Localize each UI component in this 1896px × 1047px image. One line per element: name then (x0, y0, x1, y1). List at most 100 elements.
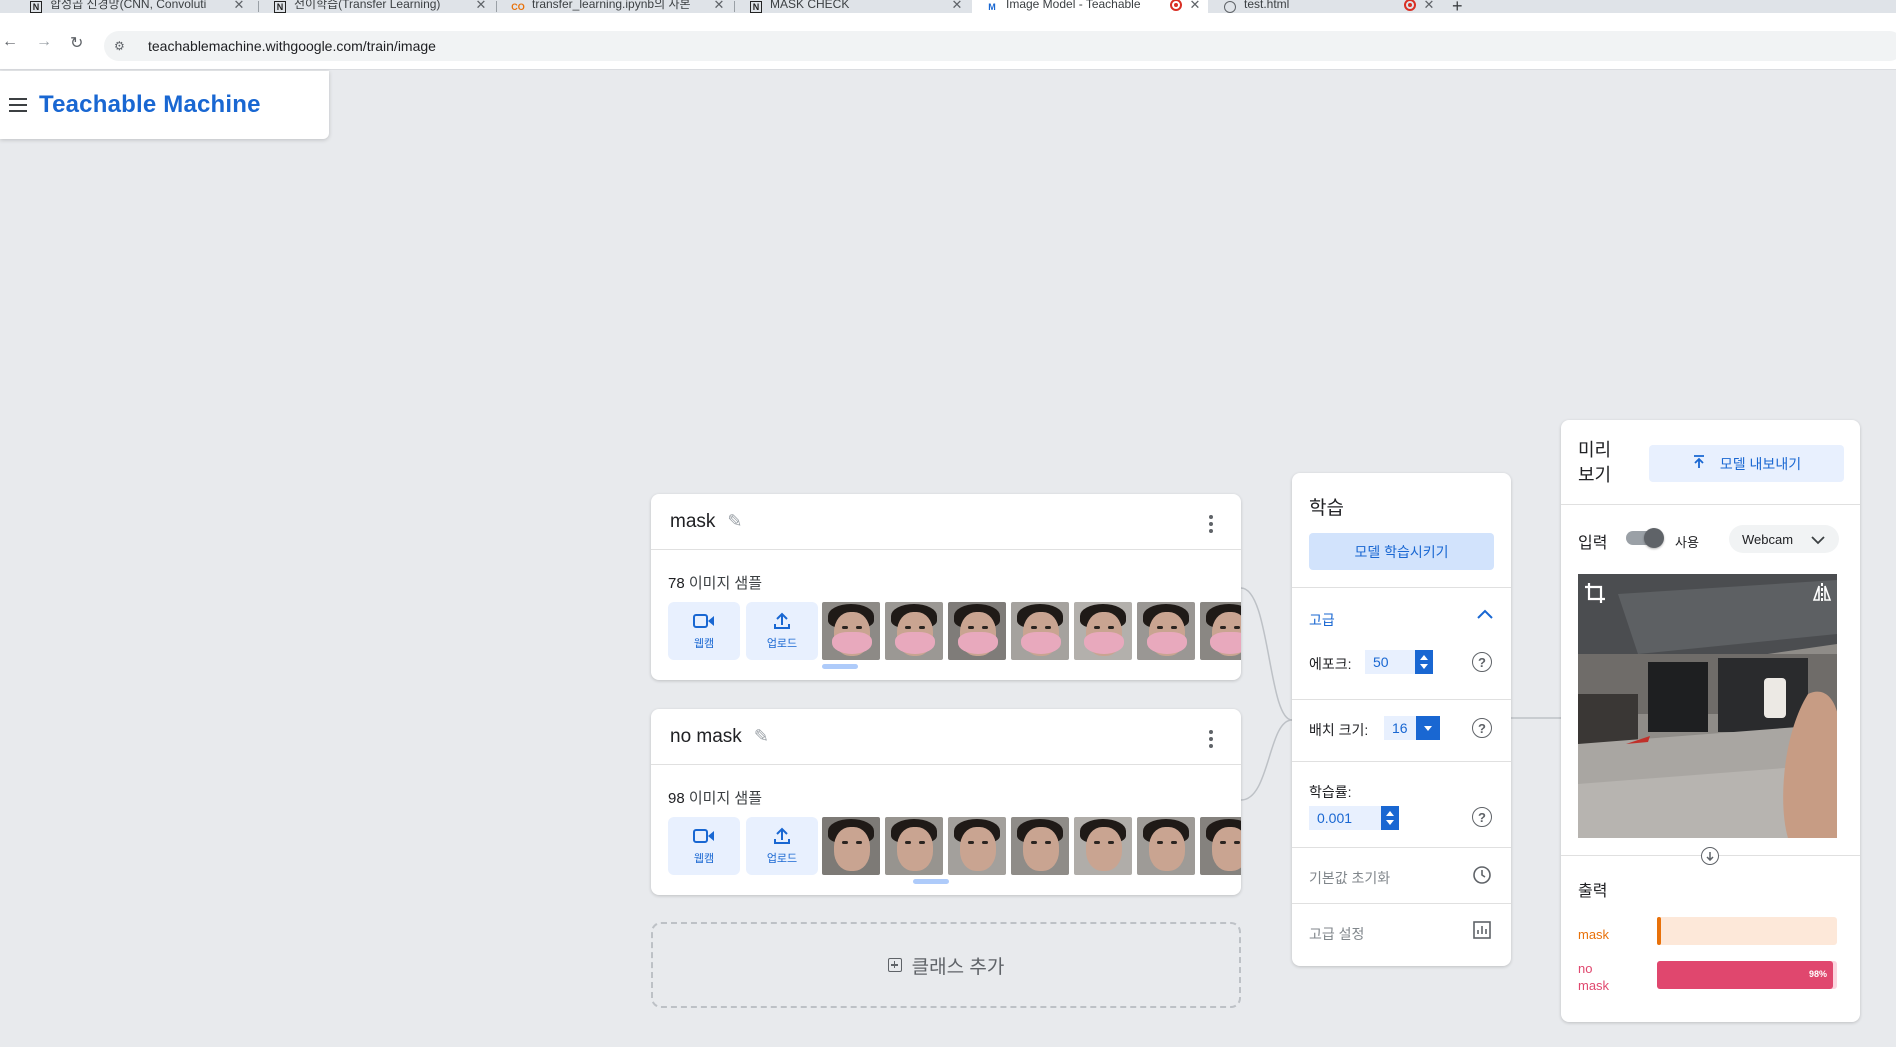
webcam-toggle[interactable] (1626, 528, 1664, 548)
epochs-label: 에포크: (1309, 656, 1352, 672)
browser-tab[interactable]: N 전이학습(Transfer Learning) ✕ (260, 0, 494, 13)
url-text: teachablemachine.withgoogle.com/train/im… (148, 38, 436, 54)
upload-icon (773, 611, 791, 631)
thumbnail-scroll-indicator[interactable] (822, 664, 858, 669)
hamburger-menu-icon[interactable] (9, 94, 27, 116)
output-class-label: mask (1578, 927, 1610, 942)
close-icon[interactable]: ✕ (232, 0, 246, 13)
address-bar[interactable]: ⚙ teachablemachine.withgoogle.com/train/… (104, 31, 1896, 61)
toggle-label: 사용 (1675, 535, 1699, 550)
batch-size-select[interactable]: 16 (1384, 716, 1440, 740)
recording-icon (1170, 0, 1182, 11)
train-model-button[interactable]: 모델 학습시키기 (1309, 533, 1494, 570)
epochs-value[interactable]: 50 (1365, 654, 1389, 670)
bar-chart-icon[interactable] (1473, 921, 1491, 944)
close-icon[interactable]: ✕ (474, 0, 488, 13)
learning-rate-stepper[interactable]: 0.001 (1309, 806, 1399, 830)
chevron-up-icon[interactable] (1476, 607, 1494, 625)
close-icon[interactable]: ✕ (1422, 0, 1436, 13)
browser-tab[interactable]: N 합성곱 신경망(CNN, Convoluti ✕ (16, 0, 252, 13)
site-info-icon[interactable]: ⚙ (114, 39, 130, 53)
advanced-label: 고급 (1309, 612, 1335, 628)
webcam-frame-image (1578, 574, 1837, 838)
class-name[interactable]: no mask (670, 726, 742, 748)
stepper-arrows-icon[interactable] (1415, 650, 1433, 674)
sample-thumbnail[interactable] (1074, 817, 1132, 875)
class-name[interactable]: mask (670, 511, 715, 533)
sample-thumbnail[interactable] (1200, 602, 1241, 660)
more-vert-icon[interactable] (1209, 730, 1213, 751)
sample-thumbnail[interactable] (1137, 817, 1195, 875)
batch-size-value[interactable]: 16 (1384, 720, 1408, 736)
add-class-button[interactable]: 클래스 추가 (651, 922, 1241, 1008)
learning-rate-value[interactable]: 0.001 (1309, 810, 1352, 826)
browser-tab[interactable]: test.html ✕ (1210, 0, 1442, 13)
stepper-arrows-icon[interactable] (1381, 806, 1399, 830)
class-header: mask ✎ (651, 494, 1241, 550)
close-icon[interactable]: ✕ (1188, 0, 1202, 13)
sample-thumbnail[interactable] (885, 602, 943, 660)
advanced-toggle-row[interactable]: 고급 (1292, 587, 1511, 643)
tab-title: transfer_learning.ipynb의 사본 (532, 0, 691, 11)
arrow-down-icon (1701, 847, 1719, 865)
sample-thumbnail[interactable] (822, 817, 880, 875)
batch-size-label: 배치 크기: (1309, 722, 1369, 738)
flip-icon[interactable] (1811, 582, 1833, 609)
close-icon[interactable]: ✕ (712, 0, 726, 13)
webcam-label: 웹캠 (693, 853, 715, 865)
help-icon[interactable]: ? (1472, 807, 1492, 827)
close-icon[interactable]: ✕ (950, 0, 964, 13)
preview-panel: 미리 보기 모델 내보내기 입력 사용 Webcam 출력 mask no ma… (1561, 420, 1860, 1022)
app-title[interactable]: Teachable Machine (39, 91, 261, 119)
pencil-icon[interactable]: ✎ (754, 726, 769, 747)
camera-select-value: Webcam (1742, 531, 1794, 547)
class-header: no mask ✎ (651, 709, 1241, 765)
more-vert-icon[interactable] (1209, 515, 1213, 536)
browser-tab[interactable]: N MASK CHECK ✕ (736, 0, 970, 13)
webcam-button[interactable]: 웹캠 (668, 817, 740, 875)
tab-separator (496, 1, 497, 12)
reload-icon[interactable]: ↻ (70, 33, 83, 53)
learning-rate-label: 학습률: (1309, 784, 1352, 800)
reset-defaults-label: 기본값 초기화 (1309, 870, 1391, 886)
thumbnail-scroll-indicator[interactable] (913, 879, 949, 884)
sample-thumbnails (822, 817, 1241, 875)
sample-thumbnail[interactable] (1200, 817, 1241, 875)
sample-thumbnail[interactable] (1074, 602, 1132, 660)
help-icon[interactable]: ? (1472, 718, 1492, 738)
new-tab-icon[interactable]: + (1452, 0, 1463, 13)
confidence-bar-mask (1657, 917, 1837, 945)
help-icon[interactable]: ? (1472, 652, 1492, 672)
sample-thumbnail[interactable] (885, 817, 943, 875)
colab-icon: CO (511, 1, 525, 12)
teachable-machine-icon: M (988, 1, 996, 12)
sample-thumbnail[interactable] (1011, 602, 1069, 660)
crop-icon[interactable] (1584, 582, 1606, 609)
notion-icon: N (750, 0, 762, 13)
forward-arrow-icon[interactable]: → (36, 33, 52, 51)
pencil-icon[interactable]: ✎ (727, 511, 742, 532)
dropdown-arrow-icon[interactable] (1416, 716, 1440, 740)
upload-button[interactable]: 업로드 (746, 602, 818, 660)
history-icon[interactable] (1472, 865, 1492, 890)
sample-thumbnail[interactable] (948, 817, 1006, 875)
epochs-stepper[interactable]: 50 (1365, 650, 1433, 674)
sample-count: 78 이미지 샘플 (668, 575, 763, 592)
sample-thumbnail[interactable] (948, 602, 1006, 660)
back-arrow-icon[interactable]: ← (2, 33, 18, 51)
reset-defaults-row[interactable]: 기본값 초기화 (1292, 847, 1511, 903)
webcam-label: 웹캠 (693, 638, 715, 650)
add-box-icon (887, 958, 902, 972)
tab-title: 전이학습(Transfer Learning) (294, 0, 441, 11)
class-card-mask: mask ✎ 78 이미지 샘플 웹캠 업로드 (651, 494, 1241, 680)
upload-button[interactable]: 업로드 (746, 817, 818, 875)
advanced-settings-row[interactable]: 고급 설정 (1292, 903, 1511, 959)
camera-select[interactable]: Webcam (1729, 525, 1839, 553)
sample-thumbnail[interactable] (1137, 602, 1195, 660)
sample-thumbnail[interactable] (822, 602, 880, 660)
sample-thumbnail[interactable] (1011, 817, 1069, 875)
webcam-button[interactable]: 웹캠 (668, 602, 740, 660)
browser-tab[interactable]: CO transfer_learning.ipynb의 사본 ✕ (498, 0, 732, 13)
export-model-button[interactable]: 모델 내보내기 (1649, 445, 1844, 482)
browser-tab-active[interactable]: M Image Model - Teachable ✕ (972, 0, 1208, 13)
